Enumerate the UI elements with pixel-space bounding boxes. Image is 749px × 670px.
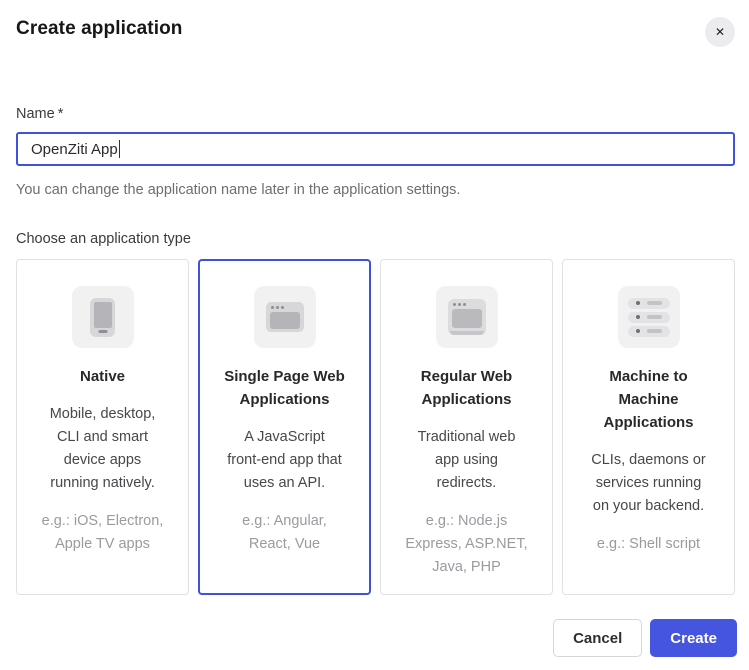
close-icon: ✕ <box>715 25 725 39</box>
required-marker: * <box>58 106 64 122</box>
card-description: Mobile, desktop, CLI and smart device ap… <box>35 403 170 495</box>
browser-window-icon <box>254 286 316 348</box>
cancel-button[interactable]: Cancel <box>553 619 642 657</box>
card-title: Machine to Machine Applications <box>581 365 716 434</box>
card-example: e.g.: iOS, Electron, Apple TV apps <box>35 510 170 556</box>
name-input[interactable]: OpenZiti App <box>16 132 735 166</box>
card-single-page-web[interactable]: Single Page Web Applications A JavaScrip… <box>198 259 371 595</box>
text-caret <box>119 140 120 158</box>
card-description: CLIs, daemons or services running on you… <box>581 449 716 518</box>
create-button[interactable]: Create <box>650 619 737 657</box>
create-application-dialog: Create application ✕ Name* OpenZiti App … <box>0 0 749 595</box>
desktop-window-icon <box>436 286 498 348</box>
close-button[interactable]: ✕ <box>705 17 735 47</box>
card-machine-to-machine[interactable]: Machine to Machine Applications CLIs, da… <box>562 259 735 595</box>
name-input-value: OpenZiti App <box>31 141 118 158</box>
name-helper-text: You can change the application name late… <box>16 182 735 198</box>
card-native[interactable]: Native Mobile, desktop, CLI and smart de… <box>16 259 189 595</box>
card-title: Native <box>35 365 170 388</box>
card-regular-web[interactable]: Regular Web Applications Traditional web… <box>380 259 553 595</box>
server-stack-icon <box>618 286 680 348</box>
card-example: e.g.: Angular, React, Vue <box>217 510 352 556</box>
phone-icon <box>72 286 134 348</box>
card-example: e.g.: Node.js Express, ASP.NET, Java, PH… <box>399 510 534 579</box>
card-example: e.g.: Shell script <box>581 533 716 556</box>
application-type-cards: Native Mobile, desktop, CLI and smart de… <box>16 259 735 595</box>
dialog-header: Create application ✕ <box>16 18 735 47</box>
type-section-label: Choose an application type <box>16 231 735 247</box>
dialog-title: Create application <box>16 18 183 40</box>
application-type-section: Choose an application type Native Mobile… <box>16 231 735 595</box>
card-description: Traditional web app using redirects. <box>399 426 534 495</box>
card-description: A JavaScript front-end app that uses an … <box>217 426 352 495</box>
name-field-label: Name* <box>16 106 735 122</box>
dialog-footer: Cancel Create <box>553 619 737 657</box>
name-field-section: Name* OpenZiti App You can change the ap… <box>16 106 735 198</box>
card-title: Single Page Web Applications <box>217 365 352 411</box>
card-title: Regular Web Applications <box>399 365 534 411</box>
